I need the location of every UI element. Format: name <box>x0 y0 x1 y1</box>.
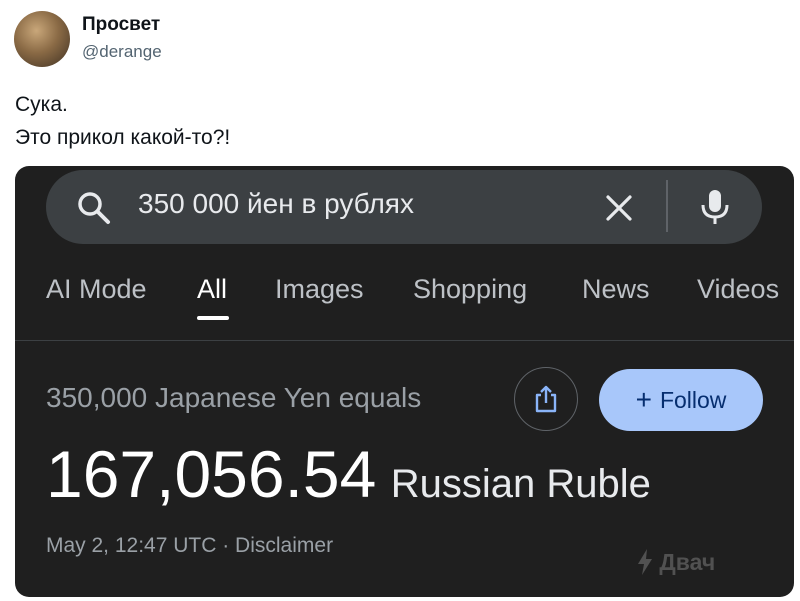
tweet-text-line: Сука. <box>15 93 68 116</box>
clear-icon[interactable] <box>603 192 635 224</box>
search-bar[interactable]: 350 000 йен в рублях <box>46 170 762 244</box>
conversion-result: 167,056.54 Russian Ruble <box>46 436 651 512</box>
follow-label: Follow <box>659 386 727 413</box>
converted-amount: 167,056.54 <box>46 437 377 511</box>
watermark-text: Двач <box>659 549 716 575</box>
avatar[interactable] <box>14 11 70 67</box>
author-handle[interactable]: @derange <box>82 42 162 62</box>
currency-name: Russian Ruble <box>390 462 651 506</box>
tab-news[interactable]: News <box>582 274 650 305</box>
active-tab-indicator <box>197 316 229 320</box>
tabs-divider <box>15 340 794 341</box>
author-name[interactable]: Просвет <box>82 14 160 36</box>
tab-all[interactable]: All <box>197 274 227 305</box>
conversion-label: 350,000 Japanese Yen equals <box>46 382 422 413</box>
follow-button[interactable]: + Follow <box>599 369 763 431</box>
tab-images[interactable]: Images <box>275 274 364 305</box>
search-query[interactable]: 350 000 йен в рублях <box>138 188 414 220</box>
watermark: Двач <box>637 549 715 576</box>
share-icon <box>535 385 557 413</box>
tweet-text-line: Это прикол какой-то?! <box>15 126 231 149</box>
share-button[interactable] <box>514 367 578 431</box>
search-icon <box>78 192 110 224</box>
plus-icon: + <box>635 384 652 415</box>
search-divider <box>666 180 668 232</box>
tab-ai-mode[interactable]: AI Mode <box>46 274 147 305</box>
conversion-meta[interactable]: May 2, 12:47 UTC · Disclaimer <box>46 534 333 558</box>
lightning-icon <box>638 549 652 575</box>
tweet-text: Сука. Это прикол какой-то?! <box>15 88 230 154</box>
mic-icon[interactable] <box>698 188 732 226</box>
tab-videos[interactable]: Videos <box>697 274 779 305</box>
attached-screenshot[interactable]: 350 000 йен в рублях AI Mode All Images … <box>15 166 794 597</box>
tab-shopping[interactable]: Shopping <box>413 274 527 305</box>
